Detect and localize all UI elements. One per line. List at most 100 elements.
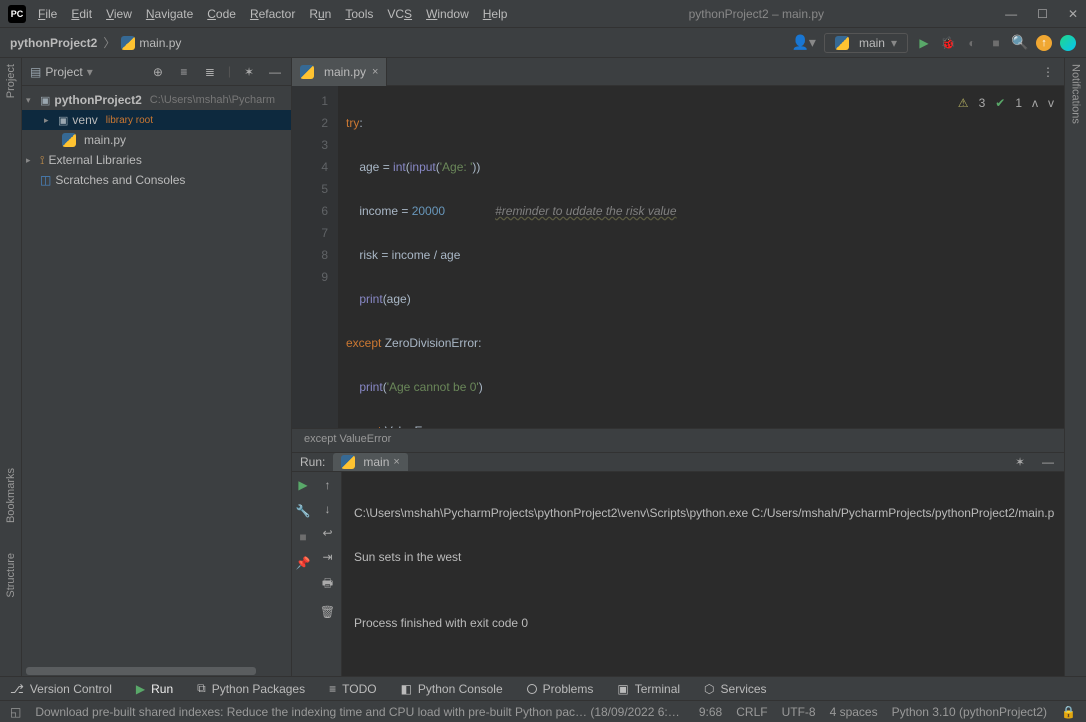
- run-pin-icon[interactable]: 📌: [296, 556, 311, 570]
- run-tool-window: Run: main × ✶ — ▶ 🔧 ■ 📌: [292, 452, 1064, 676]
- run-header: Run: main × ✶ —: [292, 453, 1064, 472]
- locate-icon[interactable]: ⊕: [150, 64, 166, 80]
- next-highlight-icon[interactable]: v: [1048, 92, 1054, 114]
- rerun-icon[interactable]: ▶: [298, 478, 307, 492]
- code-area[interactable]: try: age = int(input('Age: ')) income = …: [338, 86, 1064, 428]
- run-stop-icon[interactable]: ■: [299, 530, 306, 544]
- close-button[interactable]: ✕: [1068, 7, 1078, 21]
- sidetab-structure[interactable]: Structure: [5, 553, 17, 598]
- status-indent[interactable]: 4 spaces: [830, 705, 878, 719]
- tw-problems[interactable]: Problems: [527, 682, 594, 696]
- tree-mainfile[interactable]: main.py: [22, 130, 291, 150]
- collapse-icon[interactable]: ≣: [202, 64, 218, 80]
- run-tab[interactable]: main ×: [333, 453, 407, 471]
- breadcrumb-project[interactable]: pythonProject2: [10, 36, 97, 50]
- tw-terminal[interactable]: ▣Terminal: [617, 682, 680, 696]
- check-icon: ✔: [995, 92, 1005, 114]
- stop-button[interactable]: ■: [988, 35, 1004, 51]
- menu-file[interactable]: File: [38, 7, 57, 21]
- menu-navigate[interactable]: Navigate: [146, 7, 193, 21]
- menu-vcs[interactable]: VCS: [387, 7, 412, 21]
- tree-project-root[interactable]: ▾▣ pythonProject2 C:\Users\mshah\Pycharm: [22, 90, 291, 110]
- close-tab-icon[interactable]: ×: [372, 66, 378, 78]
- navigation-bar: pythonProject2 〉 main.py 👤▾ main ▾ ▶ 🐞 ◐…: [0, 28, 1086, 58]
- menu-help[interactable]: Help: [483, 7, 508, 21]
- tree-venv[interactable]: ▸▣ venv library root: [22, 110, 291, 130]
- menu-tools[interactable]: Tools: [345, 7, 373, 21]
- code-with-me-icon[interactable]: [1060, 35, 1076, 51]
- editor-gutter: 1 2 3 4 5 6 7 8 9: [292, 86, 338, 428]
- code-editor[interactable]: 1 2 3 4 5 6 7 8 9 try: age = int(input('…: [292, 86, 1064, 428]
- menu-view[interactable]: View: [106, 7, 132, 21]
- status-message[interactable]: Download pre-built shared indexes: Reduc…: [35, 705, 685, 719]
- menu-run[interactable]: Run: [309, 7, 331, 21]
- run-left-toolbar-2: ↑ ↓ ↩ ⇥ 🖶 🗑: [314, 472, 342, 686]
- python-file-icon: [121, 36, 135, 50]
- debug-button[interactable]: 🐞: [940, 35, 956, 51]
- status-interpreter[interactable]: Python 3.10 (pythonProject2): [892, 705, 1047, 719]
- project-tree: ▾▣ pythonProject2 C:\Users\mshah\Pycharm…: [22, 86, 291, 666]
- sidetab-bookmarks[interactable]: Bookmarks: [5, 468, 17, 523]
- hide-panel-icon[interactable]: —: [267, 64, 283, 80]
- status-caret-pos[interactable]: 9:68: [699, 705, 722, 719]
- project-panel: ▤ Project ▾ ⊕ ≡ ≣ | ✶ — ▾▣ pythonProject…: [22, 58, 292, 676]
- minimize-button[interactable]: —: [1005, 7, 1017, 21]
- down-icon[interactable]: ↓: [325, 502, 331, 516]
- menu-code[interactable]: Code: [207, 7, 236, 21]
- softwrap-icon[interactable]: ↩: [322, 526, 332, 540]
- up-icon[interactable]: ↑: [325, 478, 331, 492]
- menu-edit[interactable]: Edit: [71, 7, 92, 21]
- coverage-button[interactable]: ◐: [964, 35, 980, 51]
- run-wrench-icon[interactable]: 🔧: [296, 504, 311, 518]
- tw-todo[interactable]: ≡TODO: [329, 682, 376, 696]
- settings-icon[interactable]: ✶: [241, 64, 257, 80]
- sidetab-notifications[interactable]: Notifications: [1070, 64, 1082, 124]
- left-tool-strip: Project Bookmarks Structure: [0, 58, 22, 676]
- editor-tab-main[interactable]: main.py ×: [292, 58, 387, 86]
- menu-window[interactable]: Window: [426, 7, 469, 21]
- expand-icon[interactable]: ≡: [176, 64, 192, 80]
- project-scrollbar[interactable]: [22, 666, 291, 676]
- tw-services[interactable]: ⬡Services: [704, 682, 767, 696]
- breadcrumb-file[interactable]: main.py: [139, 36, 181, 50]
- project-panel-header: ▤ Project ▾ ⊕ ≡ ≣ | ✶ —: [22, 58, 291, 86]
- tw-version-control[interactable]: ⎇Version Control: [10, 682, 112, 696]
- menu-refactor[interactable]: Refactor: [250, 7, 295, 21]
- scroll-end-icon[interactable]: ⇥: [322, 550, 332, 564]
- editor-tab-more-icon[interactable]: ⋮: [1032, 65, 1064, 79]
- status-lock-icon[interactable]: 🔒: [1061, 705, 1076, 719]
- maximize-button[interactable]: ☐: [1037, 7, 1048, 21]
- prev-highlight-icon[interactable]: ʌ: [1032, 92, 1038, 114]
- window-controls: — ☐ ✕: [1005, 7, 1078, 21]
- hide-run-icon[interactable]: —: [1040, 454, 1056, 470]
- tree-venv-badge: library root: [106, 115, 153, 126]
- editor-tabs: main.py × ⋮: [292, 58, 1064, 86]
- inspection-widget[interactable]: ⚠3 ✔1 ʌ v: [958, 92, 1054, 114]
- tree-external-libs[interactable]: ▸⟟ External Libraries: [22, 150, 291, 170]
- app-logo: PC: [8, 5, 26, 23]
- tree-scratches[interactable]: ◫ Scratches and Consoles: [22, 170, 291, 190]
- editor-crumb[interactable]: except ValueError: [292, 428, 1064, 452]
- close-run-tab-icon[interactable]: ×: [393, 456, 399, 468]
- run-button[interactable]: ▶: [916, 35, 932, 51]
- run-settings-icon[interactable]: ✶: [1012, 454, 1028, 470]
- update-icon[interactable]: ↑: [1036, 35, 1052, 51]
- tool-window-bar: ⎇Version Control ▶Run ⧉Python Packages ≡…: [0, 676, 1086, 700]
- tw-python-packages[interactable]: ⧉Python Packages: [197, 681, 305, 696]
- tw-run[interactable]: ▶Run: [136, 682, 173, 696]
- tree-extlib-label: External Libraries: [48, 153, 141, 167]
- python-file-icon: [300, 65, 314, 79]
- clear-icon[interactable]: 🗑: [320, 605, 335, 619]
- print-icon[interactable]: 🖶: [322, 574, 333, 595]
- warning-icon: ⚠: [958, 92, 969, 114]
- main-area: Project Bookmarks Structure ▤ Project ▾ …: [0, 58, 1086, 676]
- add-user-icon[interactable]: 👤▾: [791, 34, 815, 51]
- sidetab-project[interactable]: Project: [5, 64, 17, 98]
- search-button[interactable]: 🔍: [1012, 35, 1028, 51]
- tw-python-console[interactable]: ◧Python Console: [401, 682, 503, 696]
- run-console[interactable]: C:\Users\mshah\PycharmProjects\pythonPro…: [342, 472, 1064, 686]
- status-toolwin-icon[interactable]: ◱: [10, 705, 21, 719]
- status-encoding[interactable]: UTF-8: [782, 705, 816, 719]
- run-config-selector[interactable]: main ▾: [824, 33, 908, 53]
- status-line-sep[interactable]: CRLF: [736, 705, 767, 719]
